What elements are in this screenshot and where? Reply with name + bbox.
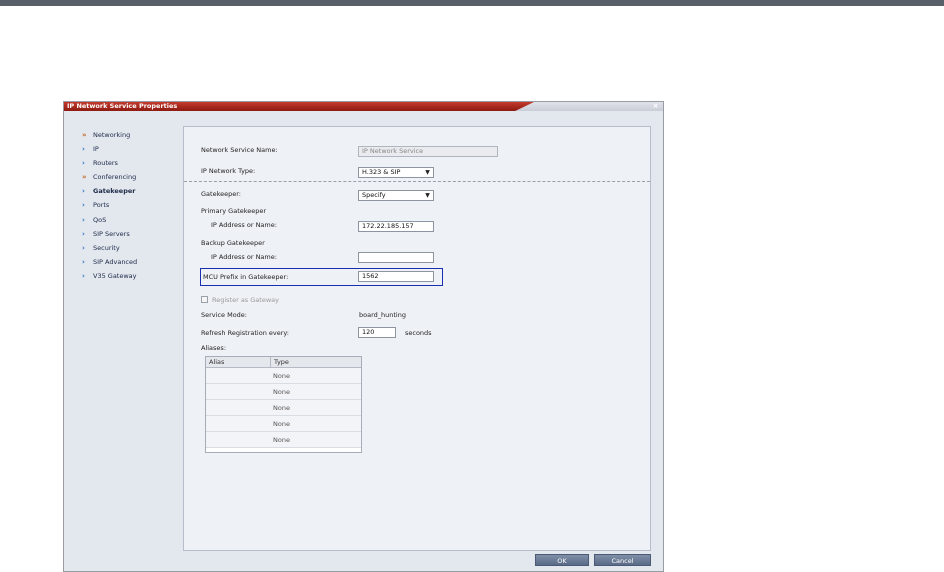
network-service-name-label: Network Service Name: [201,146,278,154]
close-icon[interactable]: × [651,102,660,111]
alias-type-cell: None [273,372,290,380]
sidebar-item-label: Networking [93,131,131,139]
chevron-icon: › [82,187,85,196]
sidebar-item-label: SIP Advanced [93,257,138,266]
sidebar-item-conferencing[interactable]: » Conferencing [76,170,176,184]
sidebar-item-label: QoS [93,215,107,224]
ok-button[interactable]: OK [535,554,589,566]
register-gateway-checkbox[interactable] [201,296,208,303]
backup-gatekeeper-heading: Backup Gatekeeper [201,239,265,247]
table-row[interactable]: None [206,384,361,400]
ip-network-type-label: IP Network Type: [201,167,256,175]
sidebar-item-v35-gateway[interactable]: › V35 Gateway [76,269,176,283]
column-header-alias[interactable]: Alias [206,357,271,367]
gatekeeper-select[interactable]: Specify ▼ [358,190,434,201]
sidebar-item-label: Security [93,243,120,252]
alias-type-cell: None [273,436,290,444]
double-chevron-icon: » [82,131,86,139]
dialog-title: IP Network Service Properties [67,102,178,110]
aliases-table: Alias Type None None None None None [205,356,362,453]
alias-type-cell: None [273,420,290,428]
ip-network-service-properties-dialog: IP Network Service Properties × » Networ… [63,101,664,572]
backup-ip-label: IP Address or Name: [211,253,277,261]
chevron-icon: › [82,145,85,154]
sidebar-item-ports[interactable]: › Ports [76,198,176,212]
table-row[interactable]: None [206,432,361,448]
gatekeeper-label: Gatekeeper: [201,190,241,198]
sidebar-item-label: Ports [93,201,110,210]
aliases-label: Aliases: [201,344,227,352]
mcu-prefix-field[interactable]: 1562 [358,271,434,282]
ip-network-type-value: H.323 & SIP [362,168,401,176]
chevron-icon: › [82,243,85,252]
table-header: Alias Type [206,357,361,368]
refresh-registration-field[interactable]: 120 [358,327,396,338]
sidebar-item-qos[interactable]: › QoS [76,213,176,227]
section-divider [184,181,650,182]
ip-network-type-select[interactable]: H.323 & SIP ▼ [358,167,434,178]
refresh-registration-label: Refresh Registration every: [201,329,289,337]
register-gateway-label: Register as Gateway [212,296,279,304]
chevron-icon: › [82,215,85,224]
sidebar-item-security[interactable]: › Security [76,241,176,255]
gatekeeper-value: Specify [362,191,386,199]
table-row[interactable]: None [206,368,361,384]
primary-ip-label: IP Address or Name: [211,221,277,229]
primary-gatekeeper-heading: Primary Gatekeeper [201,207,267,215]
sidebar-item-label: Conferencing [93,173,137,182]
alias-type-cell: None [273,388,290,396]
chevron-icon: › [82,201,85,210]
mcu-prefix-label: MCU Prefix in Gatekeeper: [203,273,289,281]
sidebar-item-sip-servers[interactable]: › SIP Servers [76,227,176,241]
primary-ip-field[interactable]: 172.22.185.157 [358,221,434,232]
chevron-icon: › [82,229,85,238]
sidebar-item-label: SIP Servers [93,229,130,238]
alias-type-cell: None [273,404,290,412]
sidebar-item-sip-advanced[interactable]: › SIP Advanced [76,255,176,269]
chevron-down-icon: ▼ [425,169,430,176]
sidebar-item-networking[interactable]: » Networking [76,128,176,142]
top-bar [0,0,944,6]
gatekeeper-settings-panel: Network Service Name: IP Network Service… [183,126,651,551]
chevron-icon: › [82,271,85,280]
chevron-down-icon: ▼ [425,192,430,199]
service-mode-label: Service Mode: [201,311,247,319]
chevron-icon: › [82,257,85,266]
sidebar-nav: » Networking › IP › Routers » Conferenci… [76,128,176,283]
sidebar-item-label: Routers [93,159,118,168]
table-row[interactable]: None [206,416,361,432]
sidebar-item-label: IP [93,145,99,154]
sidebar-item-gatekeeper[interactable]: › Gatekeeper [76,184,176,198]
backup-ip-field[interactable] [358,252,434,263]
sidebar-item-routers[interactable]: › Routers [76,156,176,170]
service-mode-value: board_hunting [359,311,406,319]
column-header-type[interactable]: Type [271,357,361,367]
sidebar-item-ip[interactable]: › IP [76,142,176,156]
double-chevron-icon: » [82,173,86,182]
cancel-button[interactable]: Cancel [594,554,651,566]
sidebar-item-label: V35 Gateway [93,271,137,280]
dialog-titlebar[interactable]: IP Network Service Properties × [64,102,663,111]
table-row[interactable]: None [206,400,361,416]
network-service-name-field[interactable]: IP Network Service [358,146,498,157]
chevron-icon: › [82,159,85,168]
refresh-unit-label: seconds [405,329,432,337]
sidebar-item-label: Gatekeeper [93,187,136,196]
